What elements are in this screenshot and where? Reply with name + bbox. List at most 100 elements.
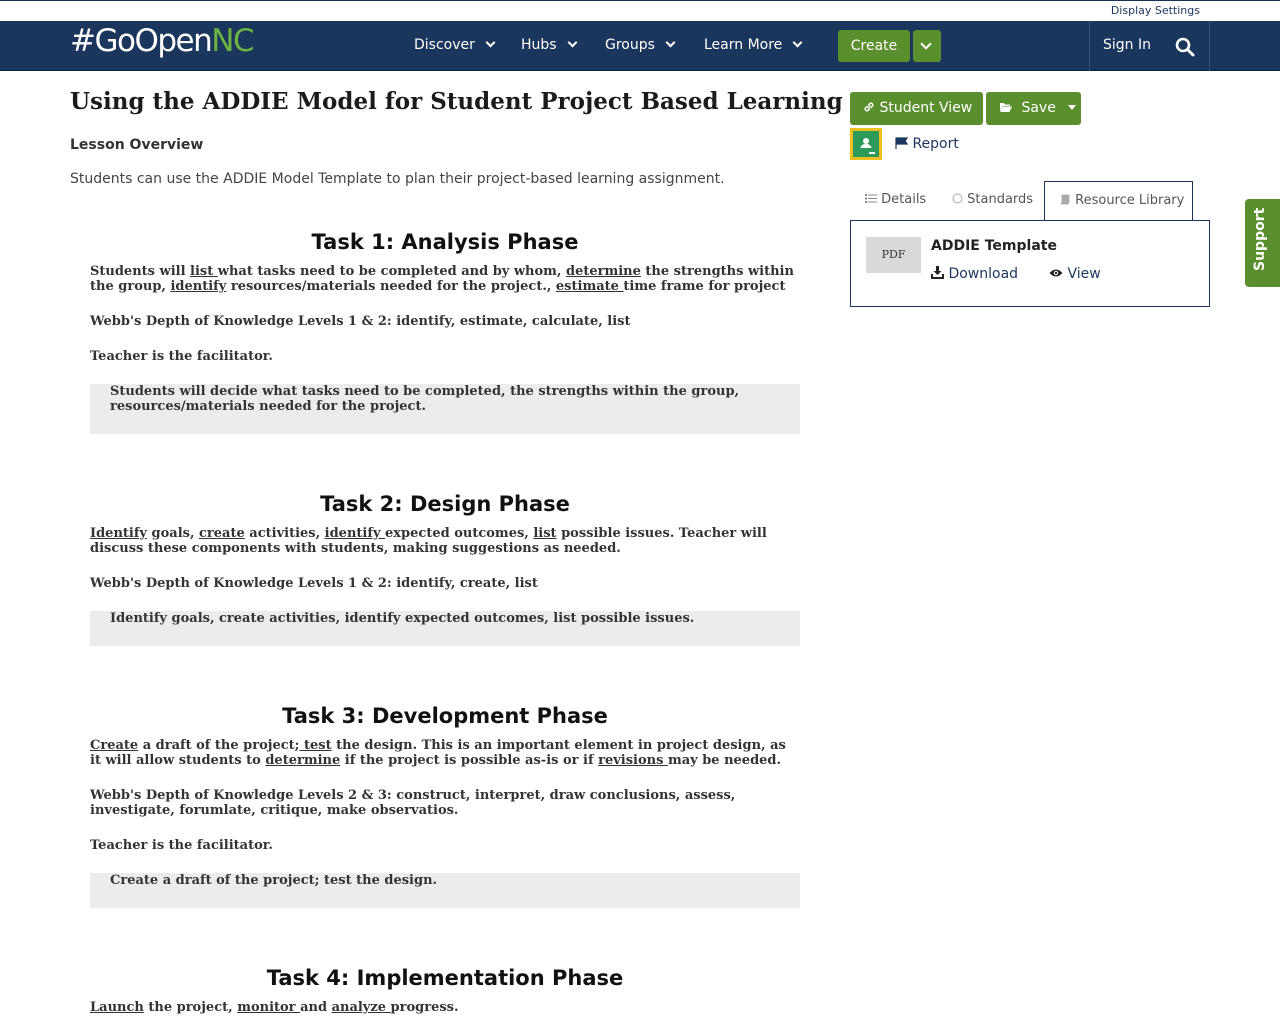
book-icon	[1060, 194, 1070, 205]
display-settings-link[interactable]: Display Settings	[1111, 4, 1200, 17]
task-3-summary: Create a draft of the project; test the …	[110, 873, 438, 888]
download-link[interactable]: Download	[931, 266, 1018, 282]
chevron-down-icon	[920, 38, 932, 50]
text-run: if the project is possible as-is or if	[340, 753, 599, 768]
task-2-summary: Identify goals, create activities, ident…	[110, 611, 695, 626]
underlined-verb: determine	[566, 264, 641, 279]
flag-icon	[895, 137, 909, 149]
support-label: Support	[1252, 207, 1268, 271]
nav-discover-label: Discover	[414, 37, 475, 53]
caret-down-icon	[1068, 105, 1077, 110]
underlined-verb: identify	[170, 279, 227, 294]
nav-divider	[1209, 21, 1210, 71]
download-label: Download	[948, 266, 1019, 282]
underlined-verb: Identify	[90, 526, 147, 541]
underlined-verb: list	[533, 526, 557, 541]
create-button[interactable]: Create	[838, 30, 910, 62]
tab-standards[interactable]: Standards	[952, 192, 1033, 207]
view-link[interactable]: View	[1049, 266, 1101, 282]
nav-groups-label: Groups	[605, 37, 655, 53]
text-run: resources/materials needed for the proje…	[226, 279, 556, 294]
task-4-description: Launch the project, monitor and analyze …	[90, 1000, 800, 1015]
task-3-summary-box: Create a draft of the project; test the …	[90, 873, 800, 908]
text-run: the project,	[143, 1000, 238, 1015]
task-1-title: Task 1: Analysis Phase	[311, 230, 579, 254]
tab-details[interactable]: Details	[865, 192, 926, 207]
underlined-verb: revisions	[598, 753, 668, 768]
underlined-verb: analyze	[331, 1000, 391, 1015]
view-label: View	[1067, 266, 1101, 282]
nav-hubs-label: Hubs	[521, 37, 557, 53]
save-button[interactable]: Save	[986, 92, 1081, 125]
text-run: Students will	[90, 264, 191, 279]
eye-icon	[1049, 269, 1063, 277]
task-1-facilitator: Teacher is the facilitator.	[90, 349, 273, 364]
tab-resource-library-label: Resource Library	[1075, 193, 1185, 208]
nav-discover[interactable]: Discover	[414, 37, 496, 53]
folder-open-icon	[1000, 103, 1012, 112]
report-link[interactable]: Report	[895, 136, 959, 152]
underlined-verb: Launch	[90, 1000, 144, 1015]
nav-learn-more-label: Learn More	[704, 37, 783, 53]
student-view-button[interactable]: Student View	[850, 92, 983, 125]
nav-learn-more[interactable]: Learn More	[704, 37, 803, 53]
text-run: expected outcomes,	[385, 526, 534, 541]
chevron-down-icon	[485, 37, 496, 48]
underlined-verb: monitor	[237, 1000, 301, 1015]
logo-nc: NC	[211, 23, 254, 59]
underlined-verb: list	[190, 264, 218, 279]
lesson-overview-heading: Lesson Overview	[70, 137, 204, 153]
underlined-verb: identify	[324, 526, 386, 541]
site-logo[interactable]: #GoOpenNC	[70, 23, 255, 59]
save-label: Save	[1021, 100, 1056, 116]
utility-bar: Display Settings	[0, 0, 1280, 21]
underlined-verb: determine	[265, 753, 341, 768]
task-4-title: Task 4: Implementation Phase	[266, 966, 624, 990]
task-1-dok: Webb's Depth of Knowledge Levels 1 & 2: …	[90, 314, 631, 329]
underlined-verb: create	[199, 526, 245, 541]
text-run: activities,	[244, 526, 325, 541]
classroom-person-icon	[860, 138, 875, 154]
nav-divider	[1089, 21, 1090, 71]
search-icon[interactable]	[1175, 37, 1195, 57]
chevron-down-icon	[665, 37, 676, 48]
tab-details-label: Details	[881, 192, 927, 207]
task-1-summary-box: Students will decide what tasks need to …	[90, 384, 800, 434]
tab-resource-library[interactable]: Resource Library	[1060, 193, 1184, 208]
text-run: goals,	[146, 526, 200, 541]
underlined-verb: Create	[90, 738, 139, 753]
list-icon	[865, 194, 877, 203]
resource-title: ADDIE Template	[931, 238, 1057, 254]
tab-standards-label: Standards	[967, 192, 1034, 207]
support-tab[interactable]: Support	[1245, 199, 1280, 287]
download-icon	[931, 266, 944, 279]
pdf-thumbnail: PDF	[866, 237, 921, 273]
task-3-description: Create a draft of the project; test the …	[90, 738, 800, 768]
chevron-down-icon	[567, 37, 578, 48]
main-navbar: #GoOpenNC Discover Hubs Groups Learn Mor…	[0, 21, 1280, 71]
text-run: and	[300, 1000, 332, 1015]
nav-groups[interactable]: Groups	[605, 37, 676, 53]
create-dropdown-button[interactable]	[913, 30, 941, 62]
text-run: what tasks need to be completed and by w…	[217, 264, 566, 279]
nav-hubs[interactable]: Hubs	[521, 37, 578, 53]
task-1-description: Students will list what tasks need to be…	[90, 264, 800, 294]
task-3-dok: Webb's Depth of Knowledge Levels 2 & 3: …	[90, 788, 736, 818]
task-2-dok: Webb's Depth of Knowledge Levels 1 & 2: …	[90, 576, 538, 591]
logo-text: #GoOpen	[70, 23, 213, 59]
task-2-description: Identify goals, create activities, ident…	[90, 526, 800, 556]
task-3-facilitator: Teacher is the facilitator.	[90, 838, 273, 853]
task-2-title: Task 2: Design Phase	[320, 492, 570, 516]
lesson-overview-text: Students can use the ADDIE Model Templat…	[70, 171, 725, 187]
google-classroom-icon[interactable]	[850, 128, 882, 160]
text-run: time frame for project	[623, 279, 786, 294]
page-title: Using the ADDIE Model for Student Projec…	[70, 88, 843, 115]
task-2-summary-box: Identify goals, create activities, ident…	[90, 611, 800, 646]
underlined-verb: estimate	[555, 279, 624, 294]
circle-icon	[952, 193, 963, 204]
report-label: Report	[912, 136, 959, 152]
task-3-title: Task 3: Development Phase	[282, 704, 608, 728]
text-run: may be needed.	[667, 753, 782, 768]
student-view-label: Student View	[879, 100, 973, 116]
sign-in-link[interactable]: Sign In	[1103, 37, 1151, 53]
